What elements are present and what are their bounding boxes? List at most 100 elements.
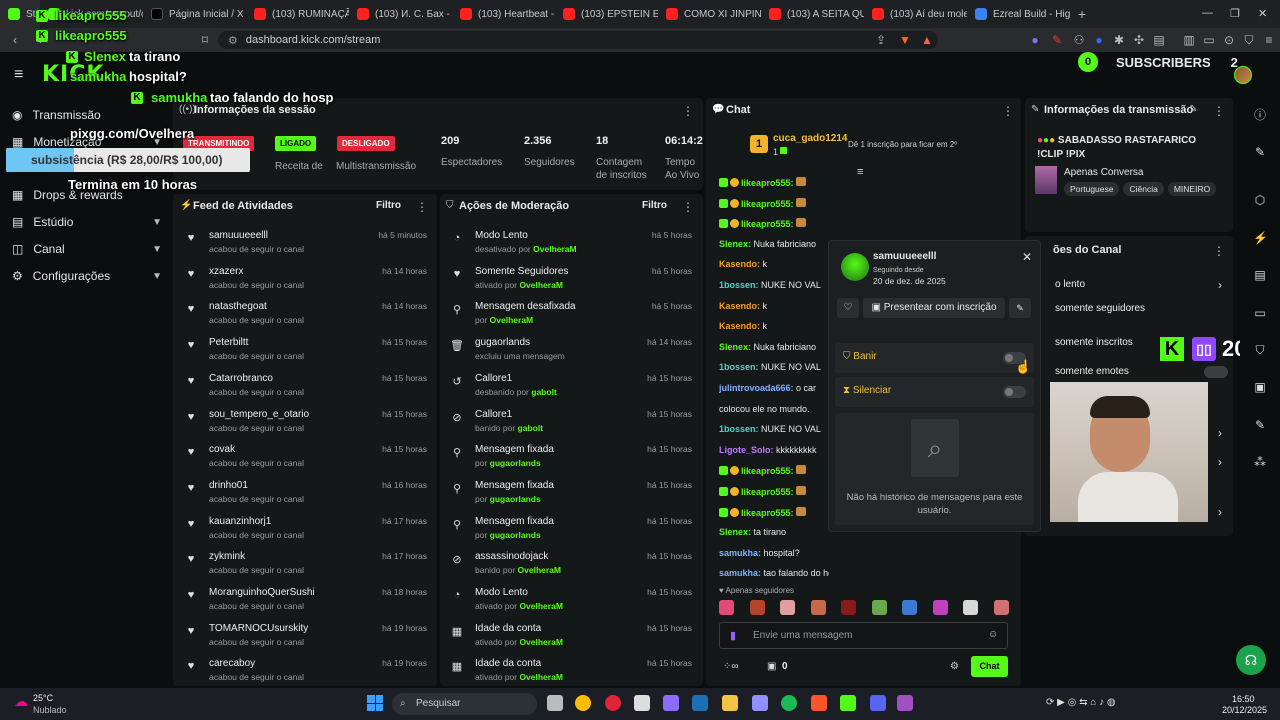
chat-username[interactable]: likeapro555: [741, 178, 794, 188]
extension-blue-icon[interactable]: ● [1092, 33, 1106, 47]
extension-bug-icon[interactable]: ✱ [1112, 33, 1126, 47]
sidebar-item-configuracoes[interactable]: ⚙ Configurações ▼ [12, 269, 162, 283]
moderation-title[interactable]: Idade da conta [475, 658, 541, 669]
emote-icon[interactable] [749, 600, 765, 615]
chat-username[interactable]: likeapro555: [741, 508, 794, 518]
feed-username[interactable]: zykmink [209, 551, 245, 562]
moderation-row[interactable]: ⚲ Mensagem fixada por gugaorlands há 15 hor… [450, 480, 692, 514]
chat-message[interactable]: Slenex: Nuka fabriciano [719, 342, 829, 352]
feed-row[interactable]: ♥ zykmink acabou de seguir o canal há 17 ho… [184, 551, 427, 585]
moderator-name[interactable]: gabolt [531, 387, 557, 397]
moderator-name[interactable]: OvelheraM [518, 565, 561, 575]
emote-icon[interactable] [719, 600, 734, 615]
browser-tab[interactable]: (103) EPSTEIN ESTÁ [555, 0, 658, 28]
opera-icon[interactable] [605, 695, 621, 711]
weather-temp[interactable]: 25°C [33, 693, 53, 703]
moderation-title[interactable]: Modo Lento [475, 230, 528, 241]
chat-message[interactable]: colocou ele no mundo. [719, 404, 829, 414]
points-icon[interactable]: ▣ [767, 661, 776, 672]
steam-icon[interactable] [692, 695, 708, 711]
kick-app-icon[interactable] [840, 695, 856, 711]
channel-action-item[interactable]: somente emotes [1055, 366, 1129, 377]
chat-message[interactable]: Kasendo: k [719, 259, 829, 269]
status-badge-desligado[interactable]: DESLIGADO [337, 136, 395, 151]
mic-off-icon[interactable]: ✎ [1009, 298, 1031, 318]
browser-tab[interactable]: Ezreal Build - Highe [967, 0, 1070, 28]
nodes-icon[interactable]: ⁂ [1253, 455, 1267, 469]
feed-row[interactable]: ♥ drinho01 acabou de seguir o canal há 16 h… [184, 480, 427, 514]
feed-row[interactable]: ♥ TOMARNOCUsurskity acabou de seguir o can… [184, 623, 427, 657]
chat-message[interactable]: Ligote_Solo: kkkkkkkkk [719, 445, 829, 455]
chat-message[interactable]: likeapro555: [719, 218, 829, 229]
emote-icon[interactable] [932, 600, 948, 615]
vpn-icon[interactable]: ⊙ [1222, 33, 1236, 47]
moderation-title[interactable]: Callore1 [475, 373, 512, 384]
chat-message[interactable]: Kasendo: k [719, 301, 829, 311]
support-headset-button[interactable]: ☊ [1236, 645, 1266, 675]
task-view-icon[interactable] [547, 695, 563, 711]
moderator-name[interactable]: OvelheraM [490, 315, 533, 325]
chat-username[interactable]: Kasendo: [719, 301, 760, 311]
kebab-menu-icon[interactable]: ⋮ [1213, 244, 1225, 258]
browser-tab[interactable]: (103) Aí deu mole [864, 0, 967, 28]
tray-icons[interactable]: ⟳ ▶ ◎ ⇆ ⌂ ♪ ◍ [1046, 697, 1116, 708]
moderation-title[interactable]: Modo Lento [475, 587, 528, 598]
chat-username[interactable]: likeapro555: [741, 487, 794, 497]
chevron-right-icon[interactable]: › [1218, 426, 1222, 440]
browser-tab[interactable]: St [0, 0, 40, 28]
chevron-right-icon[interactable]: › [1218, 505, 1222, 519]
feed-row[interactable]: ♥ xzazerx acabou de seguir o canal há 14 ho… [184, 266, 427, 300]
moderation-row[interactable]: ⊘ assassinodojack banido por OvelheraM há 1… [450, 551, 692, 585]
moderator-name[interactable]: gugaorlands [490, 530, 541, 540]
avatar[interactable] [1234, 66, 1252, 84]
close-window-icon[interactable]: ✕ [1258, 7, 1267, 20]
chat-message[interactable]: samukha: tao falando do hospital ze [719, 568, 829, 578]
clock-time[interactable]: 16:50 [1232, 694, 1255, 704]
chat-username[interactable]: 1bossen: [719, 424, 759, 434]
moderation-row[interactable]: ♥ Somente Seguidores ativado por OvelheraM… [450, 266, 692, 300]
site-settings-icon[interactable]: ⚙ [228, 34, 238, 47]
shield-icon[interactable]: ⛉ [1242, 33, 1256, 47]
feed-username[interactable]: TOMARNOCUsurskity [209, 623, 308, 634]
feed-row[interactable]: ♥ kauanzinhorj1 acabou de seguir o canal há… [184, 516, 427, 550]
moderation-title[interactable]: Callore1 [475, 409, 512, 420]
brave-icon[interactable] [811, 695, 827, 711]
feed-row[interactable]: ♥ samuuueeelll acabou de seguir o canal há … [184, 230, 427, 264]
chat-message[interactable]: julintrovoada666: o car [719, 383, 829, 393]
feed-row[interactable]: ♥ sou_tempero_e_otario acabou de seguir o … [184, 409, 427, 443]
moderator-name[interactable]: gugaorlands [490, 494, 541, 504]
emote-icon[interactable] [810, 600, 826, 615]
extension-icon[interactable]: ● [1028, 33, 1042, 47]
feed-row[interactable]: ♥ MoranguinhoQuerSushi acabou de seguir o … [184, 587, 427, 621]
moderation-title[interactable]: assassinodojack [475, 551, 548, 562]
sidebar-item-canal[interactable]: ◫ Canal ▼ [12, 242, 162, 256]
moderator-name[interactable]: OvelheraM [519, 601, 562, 611]
chat-message[interactable]: likeapro555: [719, 177, 829, 188]
chat-message[interactable]: samukha: hospital? [719, 548, 829, 558]
chat-settings-icon[interactable]: ⚙ [950, 661, 959, 672]
channel-action-item[interactable]: somente seguidores [1055, 303, 1145, 314]
chat-message[interactable]: 1bossen: NUKE NO VAL [719, 362, 829, 372]
moderator-name[interactable]: OvelheraM [519, 672, 562, 682]
chat-message[interactable]: Kasendo: k [719, 321, 829, 331]
moderator-name[interactable]: gugaorlands [490, 458, 541, 468]
feed-row[interactable]: ♥ covak acabou de seguir o canal há 15 hora… [184, 444, 427, 478]
moderation-row[interactable]: ⚲ Mensagem fixada por gugaorlands há 15 hor… [450, 444, 692, 478]
feed-filter-button[interactable]: Filtro [376, 200, 401, 211]
chat-username[interactable]: Slenex: [719, 239, 751, 249]
channel-action-item[interactable]: o lento [1055, 279, 1085, 290]
kebab-menu-icon[interactable]: ⋮ [682, 104, 694, 118]
chat-message[interactable]: likeapro555: [719, 197, 829, 209]
extension-pen-icon[interactable]: ✎ [1050, 33, 1064, 47]
windows-start-icon[interactable] [367, 695, 383, 711]
feed-username[interactable]: carecaboy [209, 658, 255, 669]
moderation-filter-button[interactable]: Filtro [642, 200, 667, 211]
popup-username[interactable]: samuuueeelll [873, 251, 936, 262]
emote-icon[interactable] [871, 600, 887, 615]
chat-bubble-icon[interactable]: ▭ [1253, 306, 1267, 320]
moderation-title[interactable]: Mensagem fixada [475, 444, 554, 455]
send-chat-button[interactable]: Chat [971, 656, 1008, 677]
emoji-icon[interactable]: ☺ [988, 629, 998, 640]
chat-username[interactable]: Slenex: [719, 527, 751, 537]
kebab-menu-icon[interactable]: ⋮ [682, 200, 694, 214]
